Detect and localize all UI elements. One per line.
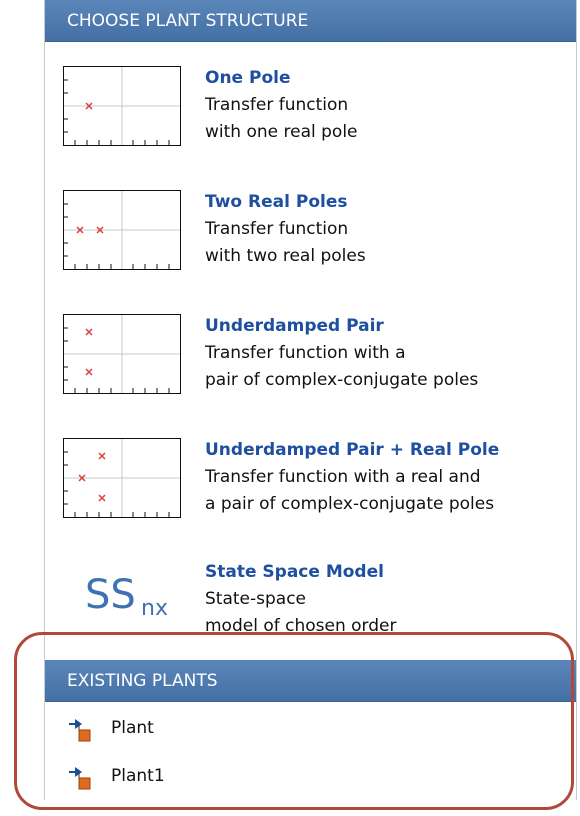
existing-plants-header: EXISTING PLANTS [45, 660, 576, 702]
option-description-line-1: Transfer function with a real and [205, 467, 481, 487]
option-description-line-1: Transfer function [205, 95, 349, 115]
option-title: Underdamped Pair + Real Pole [205, 440, 500, 460]
option-title: One Pole [205, 68, 291, 88]
underdamped-pair-option[interactable]: Underdamped Pair Transfer function with … [45, 314, 576, 424]
option-description-line-2: a pair of complex-conjugate poles [205, 494, 495, 514]
one-pole-plot-icon [63, 66, 181, 146]
plant-icon [67, 766, 91, 790]
two-real-poles-option[interactable]: Two Real Poles Transfer function with tw… [45, 190, 576, 300]
option-description-line-2: with two real poles [205, 246, 366, 266]
option-title: Two Real Poles [205, 192, 348, 212]
state-space-model-option[interactable]: SS nx State Space Model State-space mode… [45, 560, 576, 670]
state-space-icon-subscript: nx [141, 596, 168, 621]
plant-label: Plant [111, 718, 154, 738]
state-space-icon: SS nx [63, 560, 181, 640]
existing-plant-item-plant1[interactable]: Plant1 [59, 760, 559, 794]
plant-structure-panel: CHOOSE PLANT STRUCTURE One Pole Transfer… [44, 0, 577, 800]
plant-label: Plant1 [111, 766, 165, 786]
one-pole-option[interactable]: One Pole Transfer function with one real… [45, 66, 576, 176]
underdamped-pair-plot-icon [63, 314, 181, 394]
existing-plant-item-plant[interactable]: Plant [59, 712, 559, 746]
option-description-line-1: Transfer function with a [205, 343, 406, 363]
underdamped-pair-real-pole-plot-icon [63, 438, 181, 518]
option-title: State Space Model [205, 562, 384, 582]
option-title: Underdamped Pair [205, 316, 384, 336]
state-space-icon-text: SS [85, 572, 136, 618]
two-real-poles-plot-icon [63, 190, 181, 270]
option-description-line-2: model of chosen order [205, 616, 397, 636]
underdamped-pair-real-pole-option[interactable]: Underdamped Pair + Real Pole Transfer fu… [45, 438, 576, 548]
choose-plant-structure-header: CHOOSE PLANT STRUCTURE [45, 0, 576, 42]
option-description-line-1: Transfer function [205, 219, 349, 239]
option-description-line-2: with one real pole [205, 122, 358, 142]
plant-icon [67, 718, 91, 742]
option-description-line-2: pair of complex-conjugate poles [205, 370, 479, 390]
option-description-line-1: State-space [205, 589, 307, 609]
